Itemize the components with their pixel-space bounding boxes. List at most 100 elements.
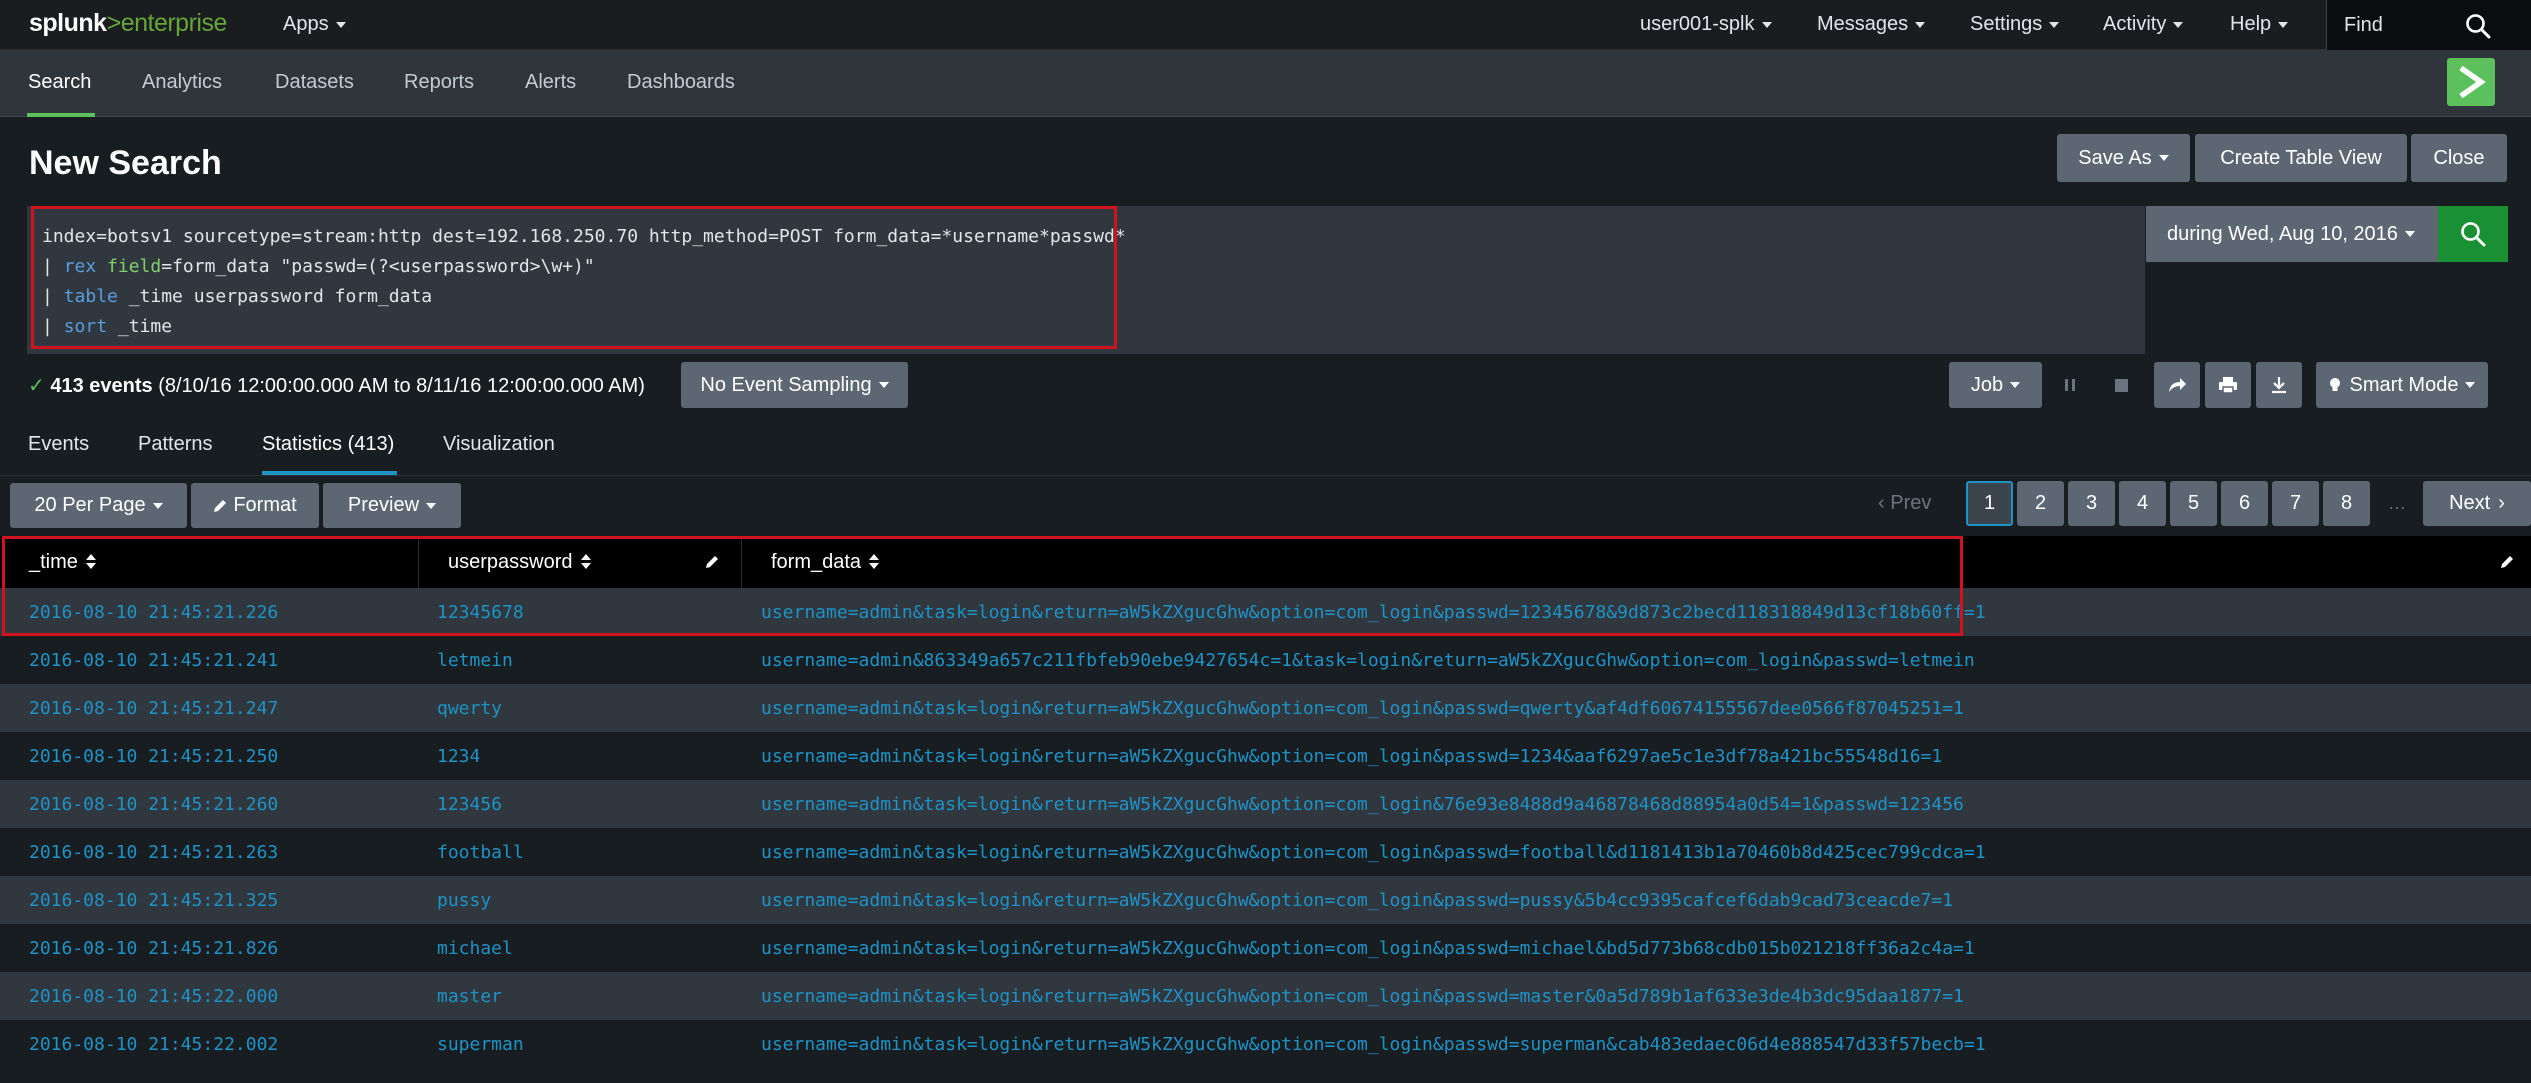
nav-tab-datasets[interactable]: Datasets xyxy=(275,71,354,94)
pause-icon xyxy=(2065,379,2075,391)
cell-form-data[interactable]: username=admin&task=login&return=aW5kZXg… xyxy=(761,972,1964,1020)
cell-userpassword[interactable]: letmein xyxy=(437,636,513,684)
search-icon xyxy=(2461,222,2486,247)
messages-menu[interactable]: Messages xyxy=(1817,13,1926,36)
run-search-button[interactable] xyxy=(2438,206,2508,262)
next-label: Next xyxy=(2449,492,2491,514)
settings-menu[interactable]: Settings xyxy=(1970,13,2060,36)
cell-time[interactable]: 2016-08-10 21:45:21.250 xyxy=(29,732,278,780)
table-row: 2016-08-10 21:45:21.263 football username=… xyxy=(0,828,2531,876)
cell-userpassword[interactable]: 123456 xyxy=(437,780,502,828)
cell-time[interactable]: 2016-08-10 21:45:21.241 xyxy=(29,636,278,684)
cell-time[interactable]: 2016-08-10 21:45:21.263 xyxy=(29,828,278,876)
cell-userpassword[interactable]: football xyxy=(437,828,524,876)
cell-form-data[interactable]: username=admin&task=login&return=aW5kZXg… xyxy=(761,684,1964,732)
share-icon xyxy=(2169,378,2186,392)
cell-form-data[interactable]: username=admin&task=login&return=aW5kZXg… xyxy=(761,1020,1986,1068)
logo-brand: splunk xyxy=(29,9,107,37)
user-menu-label: user001-splk xyxy=(1640,13,1755,35)
logo-separator: > xyxy=(106,9,122,37)
search-app-icon[interactable] xyxy=(2447,58,2495,106)
tab-divider xyxy=(0,475,2531,476)
tab-patterns[interactable]: Patterns xyxy=(138,433,212,456)
table-row: 2016-08-10 21:45:21.260 123456 username=ad… xyxy=(0,780,2531,828)
find-box xyxy=(2326,0,2531,50)
query-highlight-box xyxy=(31,206,1117,349)
activity-menu-label: Activity xyxy=(2103,13,2167,35)
cell-userpassword[interactable]: superman xyxy=(437,1020,524,1068)
nav-tab-reports[interactable]: Reports xyxy=(404,71,474,94)
job-menu-button[interactable]: Job xyxy=(1949,362,2042,408)
user-menu[interactable]: user001-splk xyxy=(1640,13,1772,36)
create-table-view-button[interactable]: Create Table View xyxy=(2195,134,2407,182)
page-button[interactable]: 5 xyxy=(2170,481,2217,526)
job-menu-label: Job xyxy=(1970,373,2004,396)
find-input[interactable] xyxy=(2327,0,2477,50)
caret-down-icon xyxy=(2278,21,2289,28)
page-button[interactable]: 3 xyxy=(2068,481,2115,526)
save-as-button[interactable]: Save As xyxy=(2057,134,2190,182)
close-button[interactable]: Close xyxy=(2411,134,2507,182)
page-button[interactable]: 6 xyxy=(2221,481,2268,526)
table-row: 2016-08-10 21:45:21.247 qwerty username=ad… xyxy=(0,684,2531,732)
cell-userpassword[interactable]: pussy xyxy=(437,876,491,924)
page-button[interactable]: 8 xyxy=(2323,481,2370,526)
save-as-label: Save As xyxy=(2078,146,2152,169)
tab-visualization[interactable]: Visualization xyxy=(443,433,555,456)
splunk-logo[interactable]: splunk>enterprise xyxy=(29,9,227,38)
table-row: 2016-08-10 21:45:21.325 pussy username=adm… xyxy=(0,876,2531,924)
nav-tab-dashboards[interactable]: Dashboards xyxy=(627,71,735,94)
nav-tab-alerts[interactable]: Alerts xyxy=(525,71,576,94)
pause-button[interactable] xyxy=(2047,362,2093,408)
search-icon[interactable] xyxy=(2465,13,2491,39)
next-page-button[interactable]: Next › xyxy=(2423,481,2531,526)
time-range-picker[interactable]: during Wed, Aug 10, 2016 xyxy=(2146,206,2438,262)
prev-page-button[interactable]: ‹ Prev xyxy=(1878,492,1931,515)
help-menu[interactable]: Help xyxy=(2230,13,2289,36)
cell-form-data[interactable]: username=admin&task=login&return=aW5kZXg… xyxy=(761,780,1964,828)
cell-time[interactable]: 2016-08-10 21:45:21.247 xyxy=(29,684,278,732)
tab-statistics[interactable]: Statistics (413) xyxy=(262,433,394,456)
share-button[interactable] xyxy=(2154,362,2200,408)
stop-button[interactable] xyxy=(2098,362,2144,408)
preview-dropdown[interactable]: Preview xyxy=(323,483,461,528)
print-button[interactable] xyxy=(2205,362,2251,408)
tab-events[interactable]: Events xyxy=(28,433,89,456)
edit-column-icon[interactable] xyxy=(2500,555,2514,569)
cell-userpassword[interactable]: qwerty xyxy=(437,684,502,732)
apps-menu[interactable]: Apps xyxy=(283,13,346,36)
page-button[interactable]: 4 xyxy=(2119,481,2166,526)
cell-form-data[interactable]: username=admin&task=login&return=aW5kZXg… xyxy=(761,828,1986,876)
table-row: 2016-08-10 21:45:22.002 superman username=… xyxy=(0,1020,2531,1068)
page-button[interactable]: 2 xyxy=(2017,481,2064,526)
caret-down-icon xyxy=(1761,21,1772,28)
cell-time[interactable]: 2016-08-10 21:45:21.826 xyxy=(29,924,278,972)
cell-userpassword[interactable]: master xyxy=(437,972,502,1020)
event-sampling-dropdown[interactable]: No Event Sampling xyxy=(681,362,908,408)
cell-time[interactable]: 2016-08-10 21:45:22.000 xyxy=(29,972,278,1020)
export-button[interactable] xyxy=(2256,362,2302,408)
page-ellipsis: … xyxy=(2388,493,2406,513)
pencil-icon xyxy=(214,499,227,512)
cell-form-data[interactable]: username=admin&task=login&return=aW5kZXg… xyxy=(761,876,1953,924)
cell-time[interactable]: 2016-08-10 21:45:21.260 xyxy=(29,780,278,828)
cell-form-data[interactable]: username=admin&task=login&return=aW5kZXg… xyxy=(761,924,1975,972)
format-button[interactable]: Format xyxy=(191,483,319,528)
caret-down-icon xyxy=(2404,231,2415,237)
cell-form-data[interactable]: username=admin&863349a657c211fbfeb90ebe9… xyxy=(761,636,1975,684)
page-button[interactable]: 1 xyxy=(1966,481,2013,526)
page-button[interactable]: 7 xyxy=(2272,481,2319,526)
per-page-dropdown[interactable]: 20 Per Page xyxy=(10,483,187,528)
caret-down-icon xyxy=(2010,382,2021,388)
cell-time[interactable]: 2016-08-10 21:45:21.325 xyxy=(29,876,278,924)
cell-form-data[interactable]: username=admin&task=login&return=aW5kZXg… xyxy=(761,732,1942,780)
page-title: New Search xyxy=(29,144,222,182)
cell-userpassword[interactable]: michael xyxy=(437,924,513,972)
settings-menu-label: Settings xyxy=(1970,13,2043,35)
search-mode-dropdown[interactable]: Smart Mode xyxy=(2316,362,2488,408)
nav-tab-search[interactable]: Search xyxy=(28,71,91,94)
activity-menu[interactable]: Activity xyxy=(2103,13,2184,36)
cell-time[interactable]: 2016-08-10 21:45:22.002 xyxy=(29,1020,278,1068)
cell-userpassword[interactable]: 1234 xyxy=(437,732,480,780)
nav-tab-analytics[interactable]: Analytics xyxy=(142,71,222,94)
